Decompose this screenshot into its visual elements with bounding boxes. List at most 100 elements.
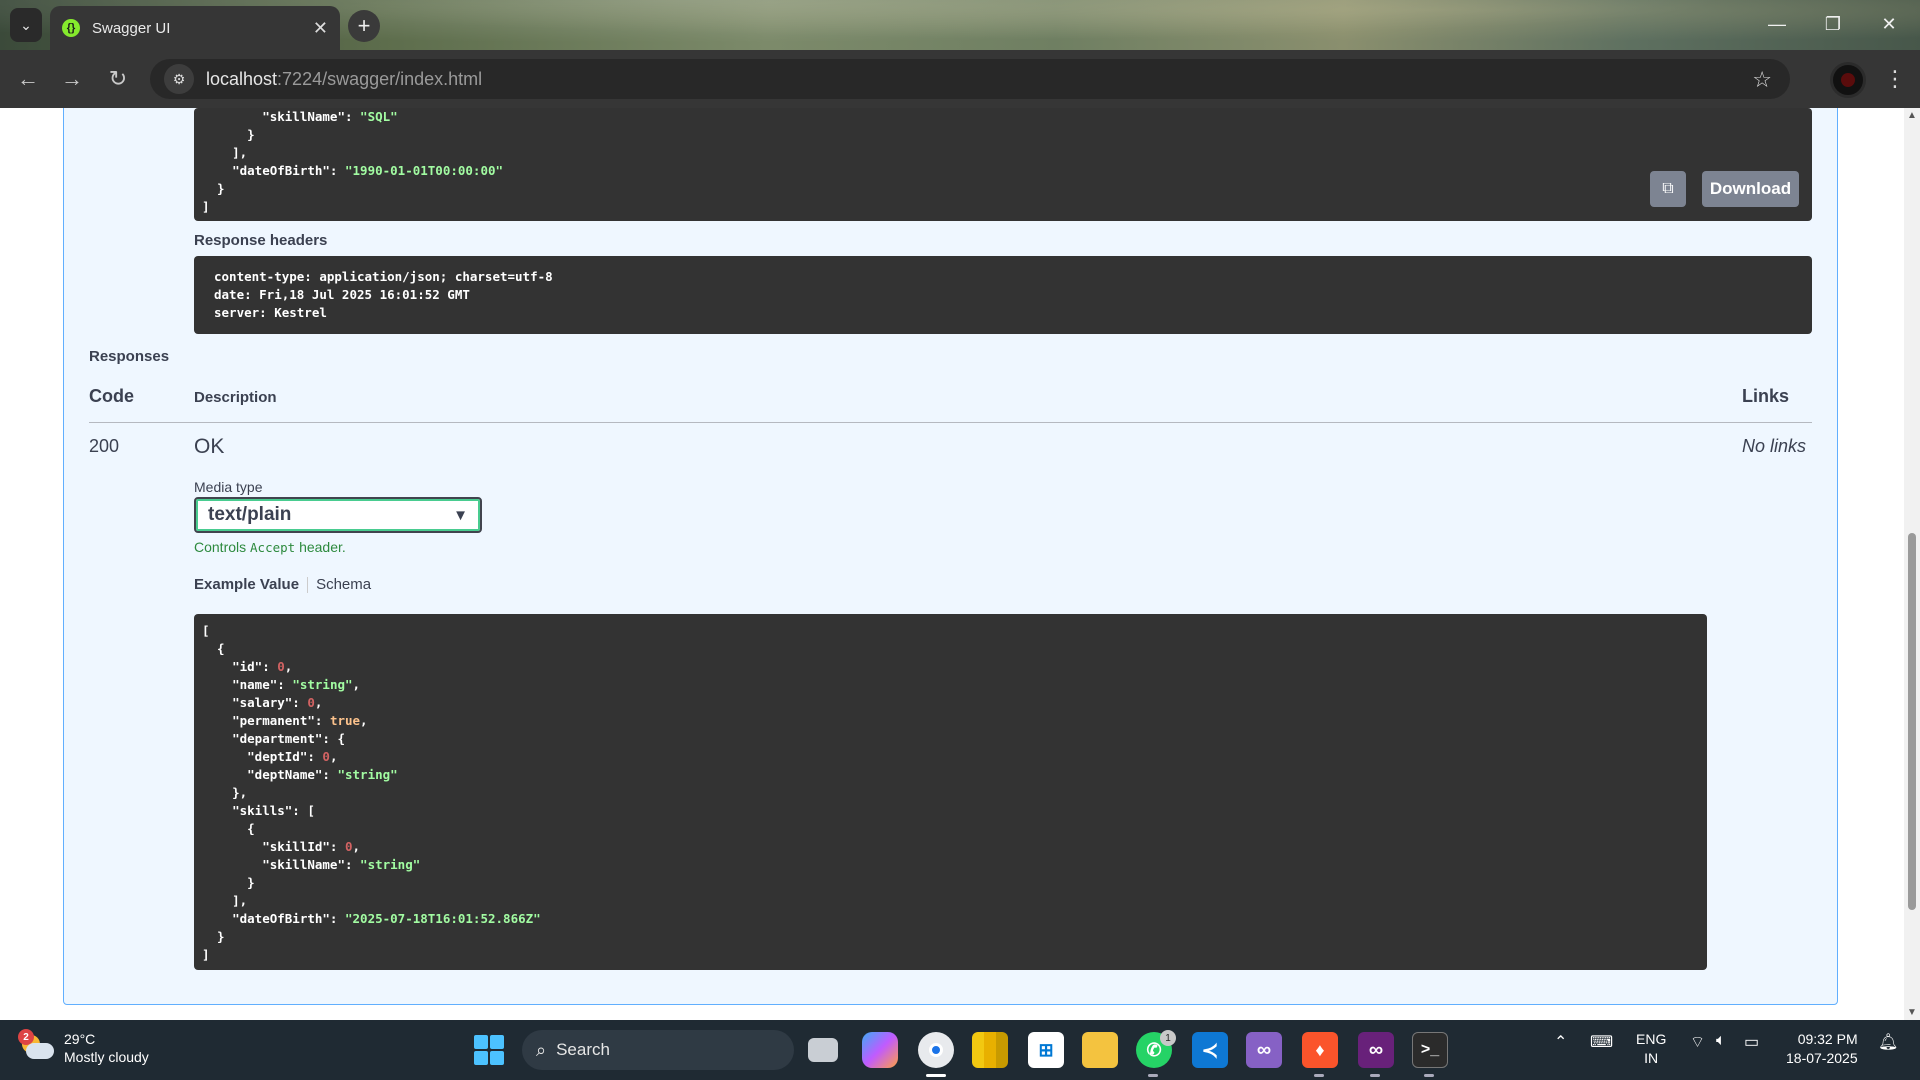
chrome-icon[interactable] — [918, 1032, 954, 1068]
file-explorer-icon[interactable] — [1082, 1032, 1118, 1068]
visual-studio-icon[interactable]: ∞ — [1246, 1032, 1282, 1068]
visual-studio-2-icon[interactable]: ∞ — [1358, 1032, 1394, 1068]
browser-menu-kebab-icon[interactable]: ⋮ — [1880, 63, 1910, 95]
col-links-header: Links — [1742, 386, 1790, 406]
response-header-line: content-type: application/json; charset=… — [214, 269, 553, 284]
windows-start-icon[interactable] — [474, 1035, 504, 1065]
search-label: Search — [556, 1040, 610, 1059]
response-body-line: } — [202, 181, 225, 196]
scroll-up-arrow-icon[interactable]: ▲ — [1907, 110, 1917, 121]
lang-bottom: IN — [1644, 1050, 1659, 1066]
controls-prefix: Controls — [194, 539, 247, 555]
url-path: :7224/swagger/index.html — [277, 68, 483, 89]
media-type-label: Media type — [194, 479, 263, 495]
scrollbar-thumb[interactable] — [1908, 533, 1916, 910]
site-info-icon[interactable]: ⚙ — [164, 64, 194, 94]
tab-title: Swagger UI — [92, 19, 171, 37]
chrome-active-indicator — [926, 1074, 946, 1077]
profile-avatar[interactable] — [1830, 62, 1866, 98]
response-body-line: } — [202, 127, 255, 142]
restore-icon[interactable]: ❐ — [1808, 8, 1858, 40]
taskbar-search[interactable]: ⌕ Search — [522, 1030, 794, 1070]
example-code-line: }, — [202, 785, 248, 800]
controls-code: Accept — [250, 540, 296, 555]
tray-overflow-chevron-icon[interactable]: ⌃ — [1554, 1032, 1567, 1052]
minimize-icon[interactable]: — — [1752, 8, 1802, 40]
bookmark-star-icon[interactable]: ☆ — [1752, 67, 1772, 93]
copilot-icon[interactable] — [862, 1032, 898, 1068]
tab-schema[interactable]: Schema — [316, 576, 371, 593]
whatsapp-badge: 1 — [1160, 1030, 1176, 1046]
swagger-favicon-icon: {} — [62, 19, 80, 37]
language-indicator[interactable]: ENG IN — [1636, 1030, 1666, 1068]
example-code-line: "deptName": "string" — [202, 767, 398, 782]
example-code-line: [ — [202, 623, 210, 638]
new-tab-plus-icon[interactable]: + — [348, 10, 380, 42]
example-code-line: { — [202, 821, 255, 836]
example-code-line: { — [202, 641, 225, 656]
example-code-line: ], — [202, 893, 248, 908]
example-code-line: "skills": [ — [202, 803, 315, 818]
tab-search-chevron-icon[interactable]: ⌄ — [10, 8, 42, 42]
cloudy-weather-icon: 2 — [18, 1029, 54, 1063]
volume-icon[interactable]: 🔈︎ — [1716, 1032, 1726, 1050]
download-button[interactable]: Download — [1702, 171, 1799, 207]
terminal-running-indicator — [1424, 1074, 1434, 1077]
controls-accept-note: Controls Accept header. — [194, 539, 346, 555]
response-headers-code: content-type: application/json; charset=… — [194, 256, 1812, 334]
tab-separator — [307, 576, 309, 593]
task-view-icon[interactable] — [808, 1038, 838, 1062]
example-code-line: "skillName": "string" — [202, 857, 421, 872]
example-code-line: "id": 0, — [202, 659, 293, 674]
power-bi-icon[interactable] — [972, 1032, 1008, 1068]
weather-badge: 2 — [18, 1029, 34, 1045]
response-description: OK — [194, 435, 225, 458]
system-clock[interactable]: 09:32 PM 18-07-2025 — [1786, 1030, 1858, 1068]
response-body-code: "skillName": "SQL" } ], "dateOfBirth": "… — [194, 108, 1812, 221]
response-body-line: "skillName": "SQL" — [202, 109, 398, 124]
back-arrow-icon[interactable]: ← — [12, 63, 44, 95]
clock-time: 09:32 PM — [1797, 1031, 1858, 1047]
media-type-select[interactable]: text/plain ▼ — [194, 497, 482, 533]
page-scrollbar[interactable]: ▲ ▼ — [1904, 108, 1920, 1020]
response-body-line: ] — [202, 199, 210, 214]
browser-tab-swagger[interactable]: {} Swagger UI ✕ — [50, 6, 340, 50]
responses-title: Responses — [89, 348, 170, 365]
tab-example-value[interactable]: Example Value — [194, 576, 299, 593]
response-links: No links — [1742, 436, 1807, 456]
col-code-header: Code — [89, 386, 134, 406]
response-header-line: server: Kestrel — [214, 305, 327, 320]
tab-close-icon[interactable]: ✕ — [313, 18, 328, 39]
response-body-line: ], — [202, 145, 248, 160]
example-code-line: "permanent": true, — [202, 713, 368, 728]
microsoft-store-icon[interactable]: ⊞ — [1028, 1032, 1064, 1068]
weather-temp: 29°C — [64, 1031, 96, 1047]
keyboard-icon[interactable]: ⌨ — [1590, 1032, 1613, 1052]
brave-browser-icon[interactable]: ♦ — [1302, 1032, 1338, 1068]
address-bar[interactable]: ⚙ localhost:7224/swagger/index.html ☆ — [150, 59, 1790, 99]
notification-bell-icon[interactable]: 🔔︎ — [1878, 1032, 1898, 1052]
example-value-code: [ { "id": 0, "name": "string", "salary":… — [194, 614, 1707, 970]
weather-desc: Mostly cloudy — [64, 1049, 149, 1065]
chevron-down-icon: ▼ — [453, 506, 468, 524]
clock-date: 18-07-2025 — [1786, 1050, 1858, 1066]
reload-icon[interactable]: ↻ — [102, 63, 134, 95]
weather-widget[interactable]: 2 29°C Mostly cloudy — [18, 1029, 149, 1066]
windows-taskbar: 2 29°C Mostly cloudy ⌕ Search ⊞ ✆ 1 ≺ ∞ … — [0, 1020, 1920, 1080]
vscode-icon[interactable]: ≺ — [1192, 1032, 1228, 1068]
terminal-icon[interactable]: >_ — [1412, 1032, 1448, 1068]
brave-running-indicator — [1314, 1074, 1324, 1077]
window-close-icon[interactable]: ✕ — [1864, 8, 1914, 40]
example-code-line: "department": { — [202, 731, 345, 746]
scroll-down-arrow-icon[interactable]: ▼ — [1907, 1007, 1917, 1018]
vs-running-indicator — [1370, 1074, 1380, 1077]
example-code-line: } — [202, 875, 255, 890]
wifi-icon[interactable]: ⌔ — [1690, 1032, 1705, 1052]
forward-arrow-icon[interactable]: → — [56, 63, 88, 95]
example-code-line: "dateOfBirth": "2025-07-18T16:01:52.866Z… — [202, 911, 541, 926]
battery-icon[interactable]: ▭ — [1744, 1032, 1759, 1052]
example-schema-tabs: Example Value Schema — [194, 576, 371, 593]
url-text[interactable]: localhost:7224/swagger/index.html — [206, 69, 482, 90]
copy-to-clipboard-icon[interactable]: ⧉ — [1650, 171, 1686, 207]
response-code-200: 200 — [89, 436, 120, 456]
